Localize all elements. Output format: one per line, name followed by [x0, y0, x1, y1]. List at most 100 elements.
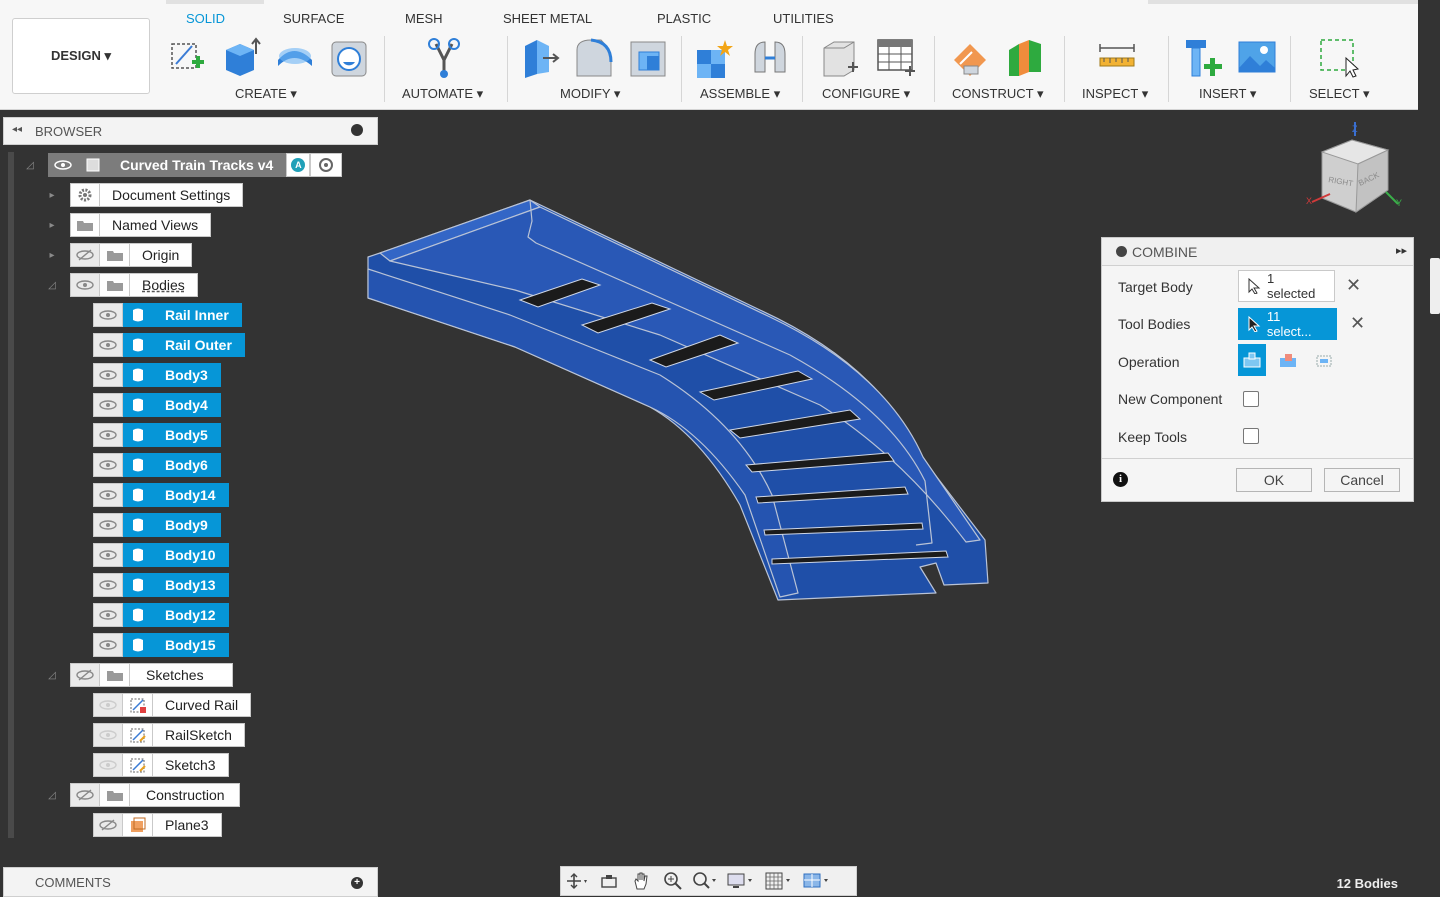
visibility-hidden-icon[interactable]	[70, 243, 100, 267]
collapse-panel-icon[interactable]: ◂◂	[12, 124, 22, 135]
expand-dialog-icon[interactable]: ▸▸	[1396, 244, 1407, 257]
visibility-eye-icon[interactable]	[93, 513, 123, 537]
browser-item-body[interactable]: Rail Outer	[93, 333, 245, 357]
join-operation-button[interactable]	[1238, 344, 1266, 376]
browser-item-named-views[interactable]: Named Views	[70, 213, 212, 237]
collapse-dialog-icon[interactable]	[1116, 246, 1127, 257]
midplane-icon[interactable]	[1005, 36, 1047, 80]
visibility-eye-icon[interactable]	[93, 603, 123, 627]
visibility-eye-icon[interactable]	[93, 363, 123, 387]
tool-bodies-selector[interactable]: 11 select...	[1238, 308, 1337, 340]
browser-item-bodies[interactable]: Bodies	[70, 273, 198, 297]
revolve-icon[interactable]	[274, 36, 316, 80]
collapse-toggle-icon[interactable]: ◿	[46, 670, 58, 682]
tab-sheet-metal[interactable]: SHEET METAL	[503, 11, 592, 26]
grid-settings-icon[interactable]	[759, 867, 797, 895]
look-at-icon[interactable]	[593, 867, 625, 895]
target-body-selector[interactable]: 1 selected	[1238, 270, 1335, 302]
display-settings-icon[interactable]	[721, 867, 759, 895]
ok-button[interactable]: OK	[1236, 468, 1312, 492]
info-icon[interactable]: i	[1113, 472, 1128, 487]
browser-item-plane3[interactable]: Plane3	[93, 813, 222, 837]
expand-toggle-icon[interactable]: ▸	[46, 250, 58, 262]
visibility-eye-icon[interactable]	[93, 693, 123, 717]
browser-item-body[interactable]: Body4	[93, 393, 221, 417]
combine-dialog-header[interactable]: COMBINE ▸▸	[1102, 238, 1413, 266]
clear-target-body-icon[interactable]: ✕	[1346, 275, 1361, 296]
design-workspace-button[interactable]: DESIGN ▾	[12, 18, 150, 94]
browser-item-body[interactable]: Body5	[93, 423, 221, 447]
browser-item-body[interactable]: Body9	[93, 513, 221, 537]
activate-anchor-icon[interactable]: A	[286, 153, 311, 177]
select-icon[interactable]	[1318, 36, 1360, 80]
right-panel-handle[interactable]	[1430, 258, 1440, 314]
visibility-hidden-icon[interactable]	[70, 663, 100, 687]
fillet-icon[interactable]	[573, 36, 615, 80]
modify-menu[interactable]: MODIFY ▾	[560, 86, 620, 102]
expand-toggle-icon[interactable]: ◿	[24, 160, 36, 172]
create-sketch-icon[interactable]	[166, 36, 208, 80]
configure-menu[interactable]: CONFIGURE ▾	[822, 86, 910, 102]
offset-plane-icon[interactable]	[950, 36, 992, 80]
inspect-menu[interactable]: INSPECT ▾	[1082, 86, 1148, 102]
browser-item-body[interactable]: Body15	[93, 633, 229, 657]
browser-item-body[interactable]: Rail Inner	[93, 303, 242, 327]
visibility-eye-icon[interactable]	[93, 573, 123, 597]
browser-item-construction[interactable]: Construction	[70, 783, 240, 807]
browser-item-body[interactable]: Body10	[93, 543, 229, 567]
assemble-menu[interactable]: ASSEMBLE ▾	[700, 86, 780, 102]
visibility-eye-icon[interactable]	[48, 153, 78, 177]
visibility-eye-icon[interactable]	[93, 423, 123, 447]
collapse-toggle-icon[interactable]: ◿	[46, 280, 58, 292]
extrude-icon[interactable]	[220, 36, 262, 80]
browser-scrollbar[interactable]	[8, 152, 14, 838]
visibility-eye-icon[interactable]	[93, 303, 123, 327]
tab-surface[interactable]: SURFACE	[283, 11, 344, 26]
collapse-toggle-icon[interactable]: ◿	[46, 790, 58, 802]
browser-panel-header[interactable]: ◂◂ BROWSER	[3, 117, 378, 145]
viewcube[interactable]: RIGHT BACK Z X Y	[1300, 122, 1410, 222]
tab-mesh[interactable]: MESH	[405, 11, 443, 26]
train-track-model[interactable]	[360, 195, 1000, 605]
construct-menu[interactable]: CONSTRUCT ▾	[952, 86, 1044, 102]
automate-icon[interactable]	[424, 36, 466, 80]
visibility-eye-icon[interactable]	[93, 723, 123, 747]
insert-canvas-icon[interactable]	[1236, 36, 1278, 80]
add-comment-icon[interactable]: +	[351, 877, 363, 889]
visibility-eye-icon[interactable]	[93, 453, 123, 477]
browser-item-sketch[interactable]: Curved Rail	[93, 693, 252, 717]
configure-table-icon[interactable]	[875, 36, 917, 80]
new-component-icon[interactable]	[693, 36, 735, 80]
cut-operation-button[interactable]	[1274, 344, 1302, 376]
tab-plastic[interactable]: PLASTIC	[657, 11, 711, 26]
root-component[interactable]: Curved Train Tracks v4 A	[48, 153, 343, 177]
cancel-button[interactable]: Cancel	[1324, 468, 1400, 492]
activate-radio-icon[interactable]	[310, 153, 343, 177]
automate-menu[interactable]: AUTOMATE ▾	[402, 86, 483, 102]
joint-icon[interactable]	[749, 36, 791, 80]
clear-tool-bodies-icon[interactable]: ✕	[1350, 313, 1365, 334]
viewports-icon[interactable]	[797, 867, 835, 895]
visibility-eye-icon[interactable]	[93, 633, 123, 657]
browser-item-body[interactable]: Body12	[93, 603, 229, 627]
visibility-eye-icon[interactable]	[70, 273, 100, 297]
browser-item-sketch[interactable]: RailSketch	[93, 723, 245, 747]
orbit-icon[interactable]	[561, 867, 593, 895]
create-menu[interactable]: CREATE ▾	[235, 86, 297, 102]
new-component-checkbox[interactable]	[1243, 391, 1259, 407]
visibility-eye-icon[interactable]	[93, 483, 123, 507]
hole-icon[interactable]	[328, 36, 370, 80]
shell-icon[interactable]	[627, 36, 669, 80]
visibility-eye-icon[interactable]	[93, 543, 123, 567]
visibility-hidden-icon[interactable]	[93, 813, 123, 837]
visibility-eye-icon[interactable]	[93, 393, 123, 417]
visibility-eye-icon[interactable]	[93, 333, 123, 357]
expand-toggle-icon[interactable]: ▸	[46, 190, 58, 202]
browser-item-body[interactable]: Body14	[93, 483, 229, 507]
browser-item-body[interactable]: Body13	[93, 573, 229, 597]
comments-panel[interactable]: COMMENTS +	[3, 867, 378, 897]
pan-hand-icon[interactable]	[625, 867, 657, 895]
browser-item-origin[interactable]: Origin	[70, 243, 193, 267]
insert-mcmaster-icon[interactable]	[1182, 36, 1224, 80]
intersect-operation-button[interactable]	[1310, 344, 1338, 376]
